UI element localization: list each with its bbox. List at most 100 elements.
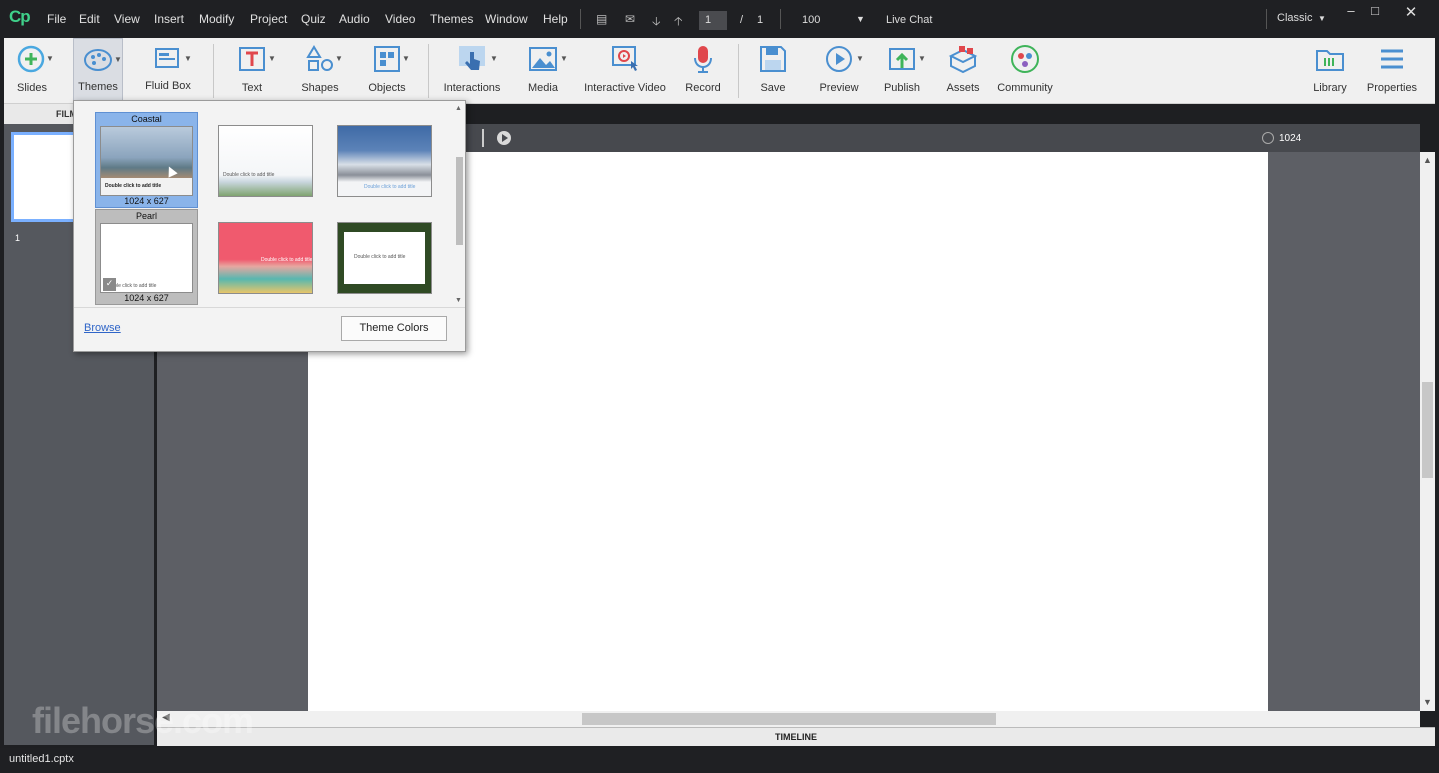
comment-icon[interactable]: ▤ <box>596 12 607 26</box>
menu-insert[interactable]: Insert <box>154 12 184 26</box>
theme-forest[interactable]: Double click to add title <box>337 222 432 294</box>
theme-pearl[interactable]: Pearl Double click to add title ✓ 1024 x… <box>95 209 198 305</box>
assets-label: Assets <box>946 82 980 94</box>
browse-link[interactable]: Browse <box>84 322 121 334</box>
publish-button[interactable]: ▼ Publish <box>876 38 928 104</box>
publish-icon <box>889 48 915 70</box>
theme-macaron[interactable]: Double click to add title <box>218 222 313 294</box>
library-button[interactable]: Library <box>1306 38 1354 104</box>
menu-modify[interactable]: Modify <box>199 12 234 26</box>
nav-separator <box>780 9 781 29</box>
interactions-label: Interactions <box>443 82 501 94</box>
vertical-scrollbar[interactable]: ▲ ▼ <box>1420 152 1435 711</box>
menu-quiz[interactable]: Quiz <box>301 12 326 26</box>
zoom-value[interactable]: 100 <box>802 14 820 26</box>
properties-menu-icon <box>1381 49 1403 69</box>
objects-icon <box>374 46 400 72</box>
record-button[interactable]: Record <box>678 38 728 104</box>
minimize-icon[interactable]: – <box>1338 3 1364 21</box>
themes-popup: Coastal Double click to add title 1024 x… <box>73 100 466 352</box>
chevron-down-icon: ▼ <box>184 54 192 63</box>
horizontal-scroll-thumb[interactable] <box>582 713 996 725</box>
save-button[interactable]: Save <box>750 38 796 104</box>
slides-label: Slides <box>17 82 47 94</box>
close-icon[interactable]: ✕ <box>1398 3 1424 21</box>
arrow-down-icon[interactable]: 🡣 <box>652 12 661 33</box>
theme-colors-button[interactable]: Theme Colors <box>341 316 447 341</box>
assets-button[interactable]: Assets <box>938 38 988 104</box>
play-icon[interactable] <box>497 131 511 145</box>
themes-button[interactable]: ▼ Themes <box>73 38 123 104</box>
chevron-down-icon: ▼ <box>335 54 343 63</box>
page-number-input[interactable]: 1 <box>699 11 727 30</box>
toolbar-separator <box>738 44 739 98</box>
interactive-video-label: Interactive Video <box>584 82 666 94</box>
zoom-dropdown-icon[interactable]: ▼ <box>856 14 865 24</box>
interactive-video-button[interactable]: Interactive Video <box>580 38 670 104</box>
image-icon <box>529 47 557 71</box>
media-button[interactable]: ▼ Media <box>516 38 570 104</box>
save-label: Save <box>760 82 786 94</box>
workspace-selector[interactable]: Classic <box>1277 12 1312 24</box>
scroll-down-icon[interactable]: ▼ <box>1423 697 1432 707</box>
chevron-down-icon: ▼ <box>114 55 122 64</box>
microphone-icon <box>694 46 712 73</box>
menu-themes[interactable]: Themes <box>430 12 473 26</box>
ruler-width-handle[interactable] <box>1262 132 1274 144</box>
menu-bar: Cp File Edit View Insert Modify Project … <box>0 0 1439 38</box>
theme-size: 1024 x 627 <box>124 196 169 206</box>
themes-scroll-thumb[interactable] <box>456 157 463 245</box>
preview-button[interactable]: ▼ Preview <box>810 38 868 104</box>
preview-label: Preview <box>819 82 859 94</box>
maximize-icon[interactable]: □ <box>1362 3 1388 21</box>
menu-video[interactable]: Video <box>385 12 415 26</box>
scroll-up-icon[interactable]: ▲ <box>1423 155 1432 165</box>
text-label: Text <box>241 82 263 94</box>
mail-icon[interactable]: ✉ <box>625 12 635 26</box>
text-button[interactable]: ▼ Text <box>226 38 278 104</box>
app-logo: Cp <box>9 7 31 26</box>
objects-button[interactable]: ▼ Objects <box>360 38 414 104</box>
menu-view[interactable]: View <box>114 12 140 26</box>
menu-file[interactable]: File <box>47 12 66 26</box>
chevron-down-icon: ▼ <box>560 54 568 63</box>
menu-help[interactable]: Help <box>543 12 568 26</box>
slide-thumbnail[interactable] <box>11 132 79 222</box>
slides-button[interactable]: ▼ Slides <box>6 38 58 104</box>
theme-coastal[interactable]: Coastal Double click to add title 1024 x… <box>95 112 198 208</box>
chevron-down-icon: ▼ <box>856 54 864 63</box>
toolbar-separator <box>428 44 429 98</box>
interactions-button[interactable]: ▼ Interactions <box>440 38 504 104</box>
menu-separator <box>580 9 581 29</box>
workspace-chevron-icon[interactable]: ▼ <box>1318 14 1326 23</box>
menu-project[interactable]: Project <box>250 12 287 26</box>
theme-preview: Double click to add title <box>337 125 432 197</box>
theme-city[interactable]: Double click to add title <box>218 125 313 197</box>
assets-box-icon <box>948 46 978 74</box>
scroll-up-icon[interactable]: ▲ <box>455 105 462 112</box>
theme-name: Coastal <box>131 114 162 124</box>
properties-button[interactable]: Properties <box>1362 38 1422 104</box>
save-icon <box>760 46 786 72</box>
timeline-panel-header[interactable]: TIMELINE <box>157 727 1435 746</box>
community-button[interactable]: Community <box>994 38 1056 104</box>
scroll-down-icon[interactable]: ▼ <box>455 297 462 304</box>
vertical-scroll-thumb[interactable] <box>1422 382 1433 478</box>
adobe-captivate-window: Cp File Edit View Insert Modify Project … <box>0 0 1439 773</box>
theme-preview-caption: Double click to add title <box>364 184 416 190</box>
menu-window[interactable]: Window <box>485 12 528 26</box>
horizontal-scrollbar[interactable]: ◀ <box>157 711 1420 727</box>
record-label: Record <box>685 82 721 94</box>
fluid-box-button[interactable]: ▼ Fluid Box <box>140 38 196 104</box>
objects-label: Objects <box>368 82 406 94</box>
arrow-up-icon[interactable]: 🡡 <box>674 12 683 33</box>
menu-edit[interactable]: Edit <box>79 12 100 26</box>
menu-audio[interactable]: Audio <box>339 12 370 26</box>
themes-scrollbar[interactable]: ▲ ▼ <box>455 105 465 307</box>
theme-name: Pearl <box>135 211 157 221</box>
theme-preview: Double click to add title <box>337 222 432 294</box>
theme-mountain[interactable]: Double click to add title <box>337 125 432 197</box>
shapes-button[interactable]: ▼ Shapes <box>293 38 347 104</box>
live-chat-link[interactable]: Live Chat <box>886 14 932 26</box>
chevron-down-icon: ▼ <box>402 54 410 63</box>
